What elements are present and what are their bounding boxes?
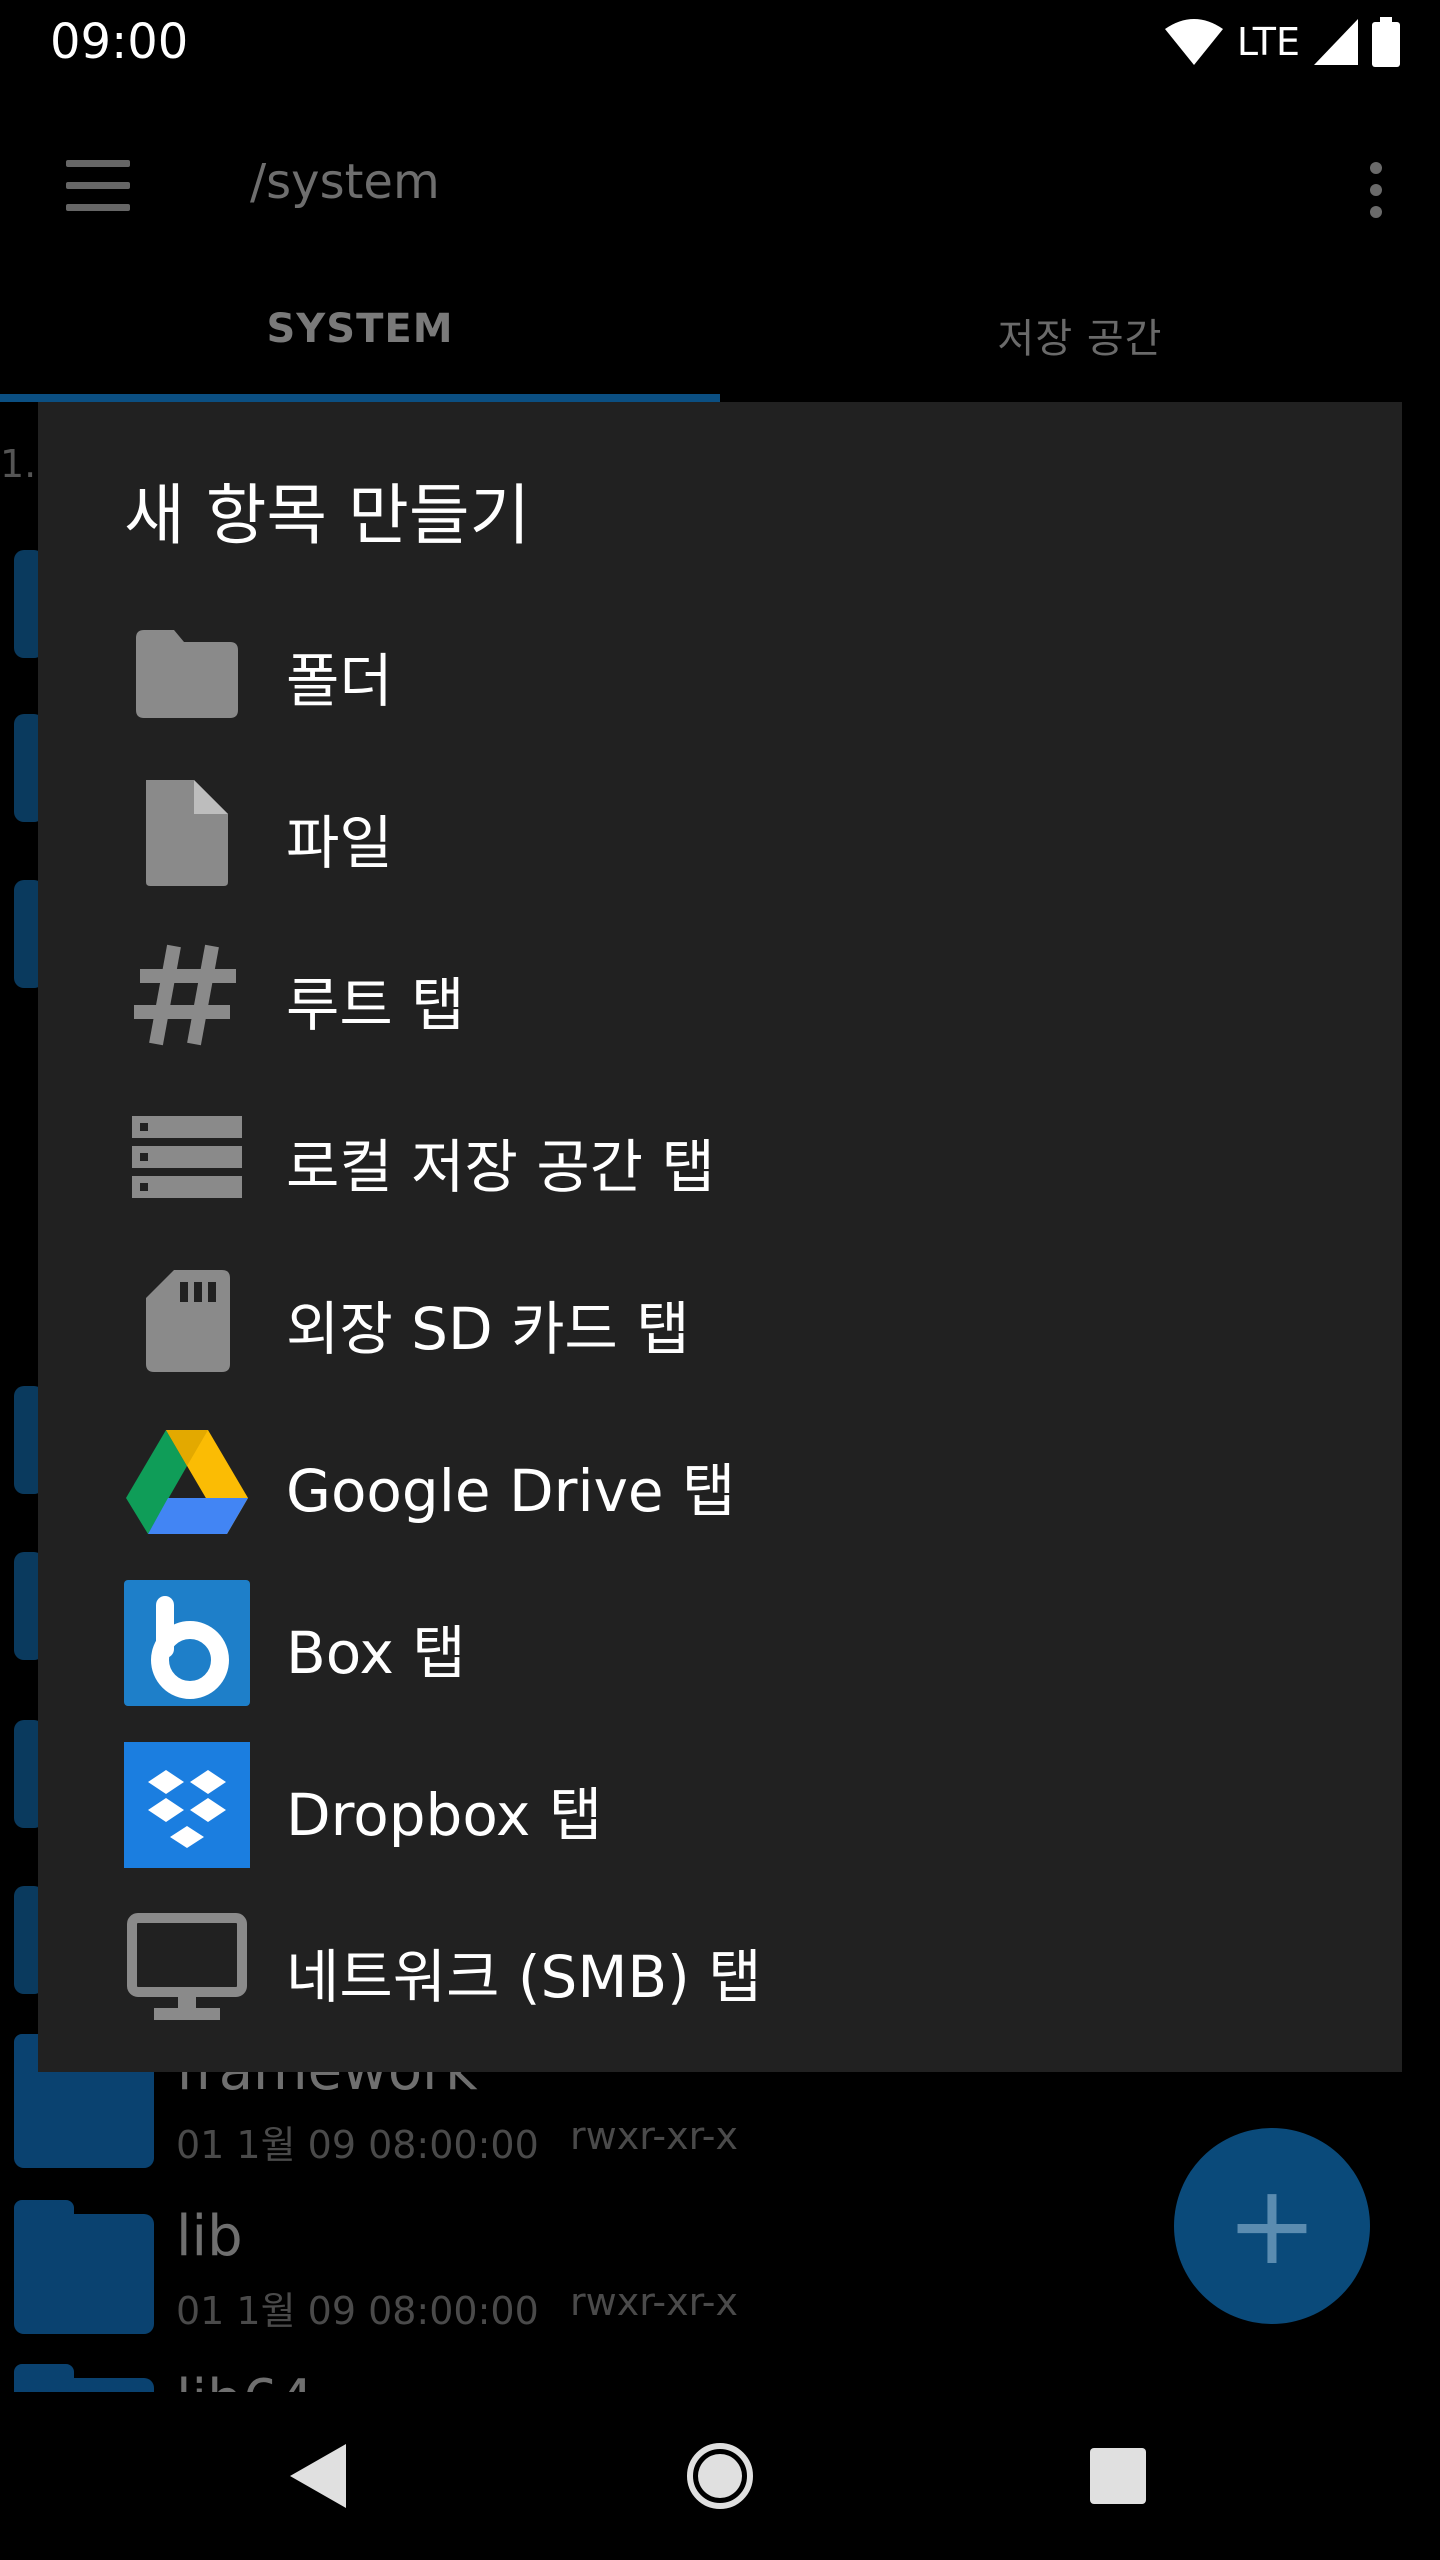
tab-system[interactable]: SYSTEM <box>0 306 720 352</box>
hash-icon <box>134 944 236 1046</box>
menu-item-local-storage-tab[interactable]: 로컬 저장 공간 탭 <box>38 1074 1402 1236</box>
menu-item-label: Box 탭 <box>286 1619 466 1687</box>
system-nav-bar <box>0 2392 1440 2560</box>
google-drive-icon <box>126 1430 248 1534</box>
wifi-icon <box>1164 19 1223 65</box>
menu-item-sd-card-tab[interactable]: 외장 SD 카드 탭 <box>38 1236 1402 1398</box>
dialog-title: 새 항목 만들기 <box>124 477 531 554</box>
menu-item-label: Dropbox 탭 <box>286 1781 603 1849</box>
create-new-dialog: 새 항목 만들기 폴더 파일 루트 탭 로컬 저장 공간 탭 외장 SD 카드 … <box>38 402 1402 2072</box>
tab-storage[interactable]: 저장 공간 <box>720 306 1440 364</box>
back-icon[interactable] <box>290 2444 346 2508</box>
file-count: 1. <box>0 442 37 486</box>
file-name: lib <box>176 2204 243 2269</box>
folder-icon <box>14 2364 154 2392</box>
dropbox-icon <box>124 1742 250 1868</box>
file-icon <box>146 780 228 886</box>
network-type: LTE <box>1236 20 1300 64</box>
storage-icon <box>132 1116 242 1198</box>
tab-indicator <box>0 394 720 402</box>
menu-item-label: 네트워크 (SMB) 탭 <box>286 1943 762 2011</box>
menu-item-label: 폴더 <box>286 647 393 715</box>
status-bar: 09:00 LTE <box>0 0 1440 84</box>
list-item[interactable]: lib64 <box>0 2364 1440 2392</box>
status-time: 09:00 <box>50 14 189 70</box>
home-icon[interactable] <box>686 2442 754 2510</box>
menu-item-folder[interactable]: 폴더 <box>38 588 1402 750</box>
menu-item-google-drive-tab[interactable]: Google Drive 탭 <box>38 1398 1402 1560</box>
sd-card-icon <box>146 1270 230 1372</box>
menu-item-label: 외장 SD 카드 탭 <box>286 1295 690 1363</box>
plus-icon: + <box>1225 2161 1319 2289</box>
file-permissions: rwxr-xr-x <box>570 2280 738 2324</box>
file-date: 01 1월 09 08:00:00 <box>176 2123 539 2167</box>
app-bar: /system <box>0 84 1440 284</box>
signal-icon <box>1314 19 1358 65</box>
menu-item-box-tab[interactable]: Box 탭 <box>38 1560 1402 1722</box>
current-path: /system <box>250 154 440 210</box>
file-permissions: rwxr-xr-x <box>570 2114 738 2158</box>
hamburger-menu-icon[interactable] <box>56 144 140 228</box>
folder-icon <box>14 2200 154 2334</box>
menu-item-root-tab[interactable]: 루트 탭 <box>38 912 1402 1074</box>
status-icons: LTE <box>1164 14 1400 70</box>
tab-bar: SYSTEM 저장 공간 <box>0 284 1440 402</box>
menu-item-label: 파일 <box>286 809 393 877</box>
box-icon <box>124 1580 250 1706</box>
file-date: 01 1월 09 08:00:00 <box>176 2289 539 2333</box>
menu-item-label: Google Drive 탭 <box>286 1457 736 1525</box>
battery-icon <box>1372 17 1400 67</box>
menu-item-network-smb-tab[interactable]: 네트워크 (SMB) 탭 <box>38 1884 1402 2046</box>
menu-item-file[interactable]: 파일 <box>38 750 1402 912</box>
recents-icon[interactable] <box>1090 2448 1146 2504</box>
file-name: lib64 <box>176 2368 314 2392</box>
menu-item-dropbox-tab[interactable]: Dropbox 탭 <box>38 1722 1402 1884</box>
folder-icon <box>136 630 238 718</box>
menu-item-label: 로컬 저장 공간 탭 <box>286 1133 715 1201</box>
network-smb-icon <box>127 1913 247 2020</box>
more-vert-icon[interactable] <box>1352 148 1400 232</box>
add-fab-button[interactable]: + <box>1174 2128 1370 2324</box>
menu-item-label: 루트 탭 <box>286 971 465 1039</box>
